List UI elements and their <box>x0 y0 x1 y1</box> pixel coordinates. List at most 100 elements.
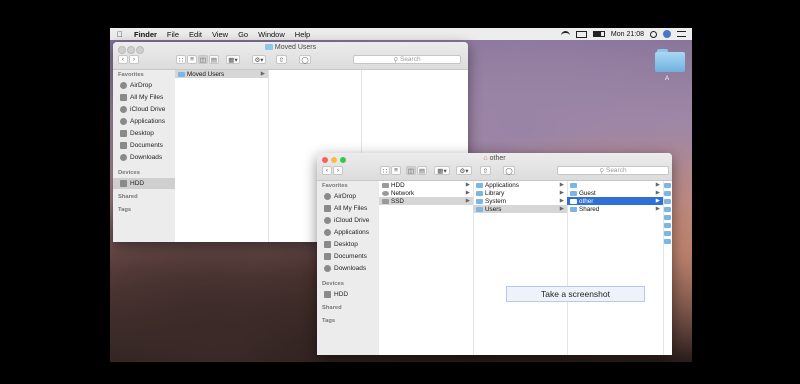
siri-icon[interactable] <box>663 30 671 38</box>
sidebar-item-documents[interactable]: Documents <box>324 252 367 261</box>
share-icon[interactable]: ⇧ <box>480 166 491 175</box>
spotlight-search-icon[interactable] <box>650 30 657 38</box>
list-item-hdd[interactable]: HDD ▶ <box>379 181 473 189</box>
sidebar-heading-favorites: Favorites <box>322 183 348 189</box>
desktop-icon <box>324 241 331 248</box>
sidebar-heading-shared: Shared <box>322 305 342 311</box>
desktop-folder-icon[interactable] <box>655 49 685 73</box>
list-item[interactable] <box>663 237 672 245</box>
sidebar-heading-devices: Devices <box>322 281 344 287</box>
folder-icon <box>664 238 671 244</box>
desktop-folder-label: A <box>665 76 670 82</box>
column-view-icon[interactable]: ◫ <box>198 55 208 64</box>
list-item-ssd[interactable]: SSD ▶ <box>379 197 473 205</box>
menu-edit[interactable]: Edit <box>184 30 207 39</box>
folder-icon <box>664 206 671 212</box>
menu-go[interactable]: Go <box>233 30 253 39</box>
take-screenshot-button[interactable]: Take a screenshot <box>506 286 645 302</box>
gallery-view-icon[interactable]: ▤ <box>417 166 427 175</box>
list-item-moved-users[interactable]: Moved Users ▶ <box>175 70 268 78</box>
menu-help[interactable]: Help <box>290 30 315 39</box>
apple-menu-icon[interactable]:  <box>110 30 129 39</box>
menu-window[interactable]: Window <box>253 30 290 39</box>
action-gear-icon[interactable]: ⚙▾ <box>252 55 266 64</box>
list-item-shared[interactable]: Shared ▶ <box>567 205 663 213</box>
sidebar-item-desktop[interactable]: Desktop <box>324 240 358 249</box>
tags-icon[interactable]: ◯ <box>503 166 515 175</box>
list-item[interactable] <box>663 229 672 237</box>
list-item-unnamed[interactable]: ▶ <box>567 181 663 189</box>
forward-button[interactable]: › <box>129 55 139 64</box>
window-titlebar[interactable]: Moved Users ‹ › ∷ ≡ ◫ ▤ ▦▾ ⚙▾ ⇧ ◯ ⚲ Sear… <box>113 42 468 70</box>
folder-icon <box>664 198 671 204</box>
sidebar-item-icloud-drive[interactable]: iCloud Drive <box>324 216 369 225</box>
folder-icon <box>570 190 577 196</box>
list-item[interactable] <box>663 221 672 229</box>
sidebar-item-all-my-files[interactable]: All My Files <box>120 93 163 102</box>
list-item[interactable] <box>663 181 672 189</box>
action-gear-icon[interactable]: ⚙▾ <box>456 166 472 175</box>
folder-icon <box>664 182 671 188</box>
list-item[interactable] <box>663 213 672 221</box>
drive-icon <box>324 291 331 298</box>
list-item-applications[interactable]: Applications ▶ <box>473 181 567 189</box>
notification-center-icon[interactable] <box>677 31 686 37</box>
airplay-icon[interactable] <box>575 30 587 38</box>
sidebar-item-downloads[interactable]: Downloads <box>120 153 162 162</box>
list-item-users[interactable]: Users ▶ <box>473 205 567 213</box>
home-folder-icon <box>570 198 577 204</box>
airdrop-icon <box>324 193 331 200</box>
back-button[interactable]: ‹ <box>322 166 332 175</box>
sidebar-item-airdrop[interactable]: AirDrop <box>324 192 356 201</box>
menu-file[interactable]: File <box>162 30 184 39</box>
list-item-library[interactable]: Library ▶ <box>473 189 567 197</box>
sidebar-item-documents[interactable]: Documents <box>120 141 163 150</box>
sidebar-item-desktop[interactable]: Desktop <box>120 129 154 138</box>
back-button[interactable]: ‹ <box>118 55 128 64</box>
sidebar-item-icloud-drive[interactable]: iCloud Drive <box>120 105 165 114</box>
list-item-system[interactable]: System ▶ <box>473 197 567 205</box>
list-item-guest[interactable]: Guest ▶ <box>567 189 663 197</box>
search-field[interactable]: ⚲ Search <box>557 166 669 175</box>
list-view-icon[interactable]: ≡ <box>391 166 401 175</box>
window-titlebar[interactable]: ⌂ other ‹ › ∷ ≡ ◫ ▤ ▦▾ ⚙▾ ⇧ ◯ ⚲ Search <box>317 153 672 181</box>
column-view-icon[interactable]: ◫ <box>406 166 416 175</box>
list-item[interactable] <box>663 197 672 205</box>
clock[interactable]: Mon 21:08 <box>611 31 644 38</box>
group-by-icon[interactable]: ▦▾ <box>434 166 450 175</box>
menu-app-finder[interactable]: Finder <box>129 30 162 39</box>
list-item[interactable] <box>663 189 672 197</box>
sidebar-item-applications[interactable]: Applications <box>324 228 369 237</box>
menu-view[interactable]: View <box>207 30 233 39</box>
finder-window-other[interactable]: ⌂ other ‹ › ∷ ≡ ◫ ▤ ▦▾ ⚙▾ ⇧ ◯ ⚲ Search F… <box>317 153 672 355</box>
icon-view-icon[interactable]: ∷ <box>176 55 186 64</box>
sidebar-item-all-my-files[interactable]: All My Files <box>324 204 367 213</box>
share-icon[interactable]: ⇧ <box>276 55 287 64</box>
list-item-other[interactable]: other ▶ <box>567 197 663 205</box>
folder-icon <box>264 44 273 50</box>
sidebar-item-airdrop[interactable]: AirDrop <box>120 81 152 90</box>
list-item[interactable] <box>663 205 672 213</box>
wifi-icon[interactable] <box>560 31 570 37</box>
battery-icon[interactable] <box>592 31 605 37</box>
applications-icon <box>324 229 331 236</box>
list-view-icon[interactable]: ≡ <box>187 55 197 64</box>
sidebar-heading-tags: Tags <box>118 207 132 213</box>
network-icon <box>382 190 389 196</box>
applications-icon <box>120 118 127 125</box>
list-item-network[interactable]: Network ▶ <box>379 189 473 197</box>
forward-button[interactable]: › <box>333 166 343 175</box>
tags-icon[interactable]: ◯ <box>299 55 311 64</box>
sidebar-item-hdd[interactable]: HDD <box>120 179 144 188</box>
sidebar-item-hdd[interactable]: HDD <box>324 290 348 299</box>
sidebar-item-downloads[interactable]: Downloads <box>324 264 366 273</box>
gallery-view-icon[interactable]: ▤ <box>209 55 219 64</box>
search-field[interactable]: ⚲ Search <box>353 55 461 64</box>
desktop-icon <box>120 130 127 137</box>
sidebar: Favorites AirDrop All My Files iCloud Dr… <box>317 181 379 355</box>
sidebar: Favorites AirDrop All My Files iCloud Dr… <box>113 70 175 242</box>
folder-icon <box>476 206 483 212</box>
sidebar-item-applications[interactable]: Applications <box>120 117 165 126</box>
icon-view-icon[interactable]: ∷ <box>380 166 390 175</box>
group-by-icon[interactable]: ▦▾ <box>226 55 240 64</box>
